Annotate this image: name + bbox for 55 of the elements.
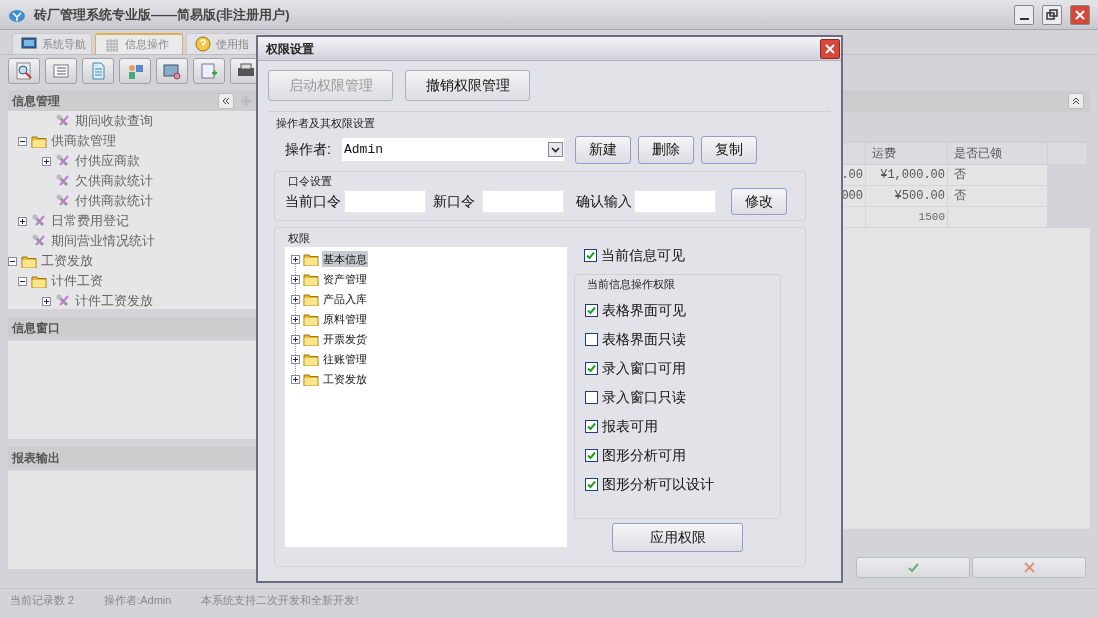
tree-item[interactable]: 基本信息 — [322, 250, 368, 268]
tree-item[interactable]: 付供应商款 — [75, 151, 140, 171]
tree-item[interactable]: 期间营业情况统计 — [51, 231, 155, 251]
tree-item[interactable]: 付供商款统计 — [75, 191, 153, 211]
table-cell: ¥500.00 — [865, 185, 948, 207]
button[interactable]: 删除 — [638, 135, 694, 164]
panel-title: 信息管理 — [12, 93, 60, 110]
field-label: 当前口令 — [285, 192, 342, 211]
checkbox[interactable]: 图形分析可以设计 — [585, 470, 780, 499]
status-text: 操作者:Admin — [104, 593, 172, 609]
tree-item[interactable]: 工资发放 — [41, 251, 93, 271]
field-label: 确认输入 — [576, 192, 633, 211]
checkbox[interactable]: 表格界面只读 — [585, 325, 780, 354]
tree-item[interactable]: 日常费用登记 — [51, 211, 129, 231]
button[interactable]: 修改 — [731, 188, 787, 215]
tree-item[interactable]: 往账管理 — [322, 350, 368, 368]
table-total-cell: 1500 — [865, 206, 948, 228]
tree-item[interactable]: 产品入库 — [322, 290, 368, 308]
table-cell: 否 — [947, 185, 1048, 207]
tree-item[interactable]: 计件工资 — [51, 271, 103, 291]
dialog-title: 权限设置 — [266, 40, 314, 58]
tree-item[interactable]: 资产管理 — [322, 270, 368, 288]
group-title: 口令设置 — [287, 173, 333, 189]
status-text: 本系统支持二次开发和全新开发! — [201, 593, 359, 609]
group-title: 权限 — [287, 230, 311, 246]
table-cell: ¥1,000.00 — [865, 164, 948, 186]
panel-title: 报表输出 — [12, 450, 60, 467]
tree-item[interactable]: 开票发货 — [322, 330, 368, 348]
status-text: 当前记录数 2 — [10, 593, 75, 609]
button[interactable]: 复制 — [701, 135, 757, 164]
button[interactable]: 新建 — [575, 135, 631, 164]
column-header[interactable]: 运费 — [865, 142, 948, 165]
field-label: 新口令 — [433, 192, 476, 211]
panel-title: 信息窗口 — [12, 320, 60, 337]
checkbox[interactable]: 报表可用 — [585, 412, 780, 441]
button[interactable]: 应用权限 — [612, 523, 743, 552]
checkbox[interactable]: 表格界面可见 — [585, 296, 780, 325]
operator-dropdown[interactable]: Admin — [342, 138, 564, 161]
table-cell: 否 — [947, 164, 1048, 186]
checkbox[interactable]: 当前信息可见 — [584, 245, 781, 265]
tree-item[interactable]: 供商款管理 — [51, 131, 116, 151]
tree-item[interactable]: 计件工资发放 — [75, 291, 153, 309]
tree-item[interactable]: 欠供商款统计 — [75, 171, 153, 191]
tree-item[interactable]: 期间收款查询 — [75, 111, 153, 131]
field-label: 操作者: — [285, 140, 332, 159]
group-title: 当前信息操作权限 — [586, 277, 676, 292]
tree-item[interactable]: 原料管理 — [322, 310, 368, 328]
button[interactable]: 撤销权限管理 — [405, 70, 530, 101]
checkbox[interactable]: 录入窗口可用 — [585, 354, 780, 383]
checkbox[interactable]: 图形分析可用 — [585, 441, 780, 470]
checkbox[interactable]: 录入窗口只读 — [585, 383, 780, 412]
tree-item[interactable]: 工资发放 — [322, 370, 368, 388]
window-title: 砖厂管理系统专业版——简易版(非注册用户) — [34, 5, 290, 24]
group-title: 操作者及其权限设置 — [276, 116, 376, 131]
column-header[interactable]: 是否已领 — [947, 142, 1048, 165]
